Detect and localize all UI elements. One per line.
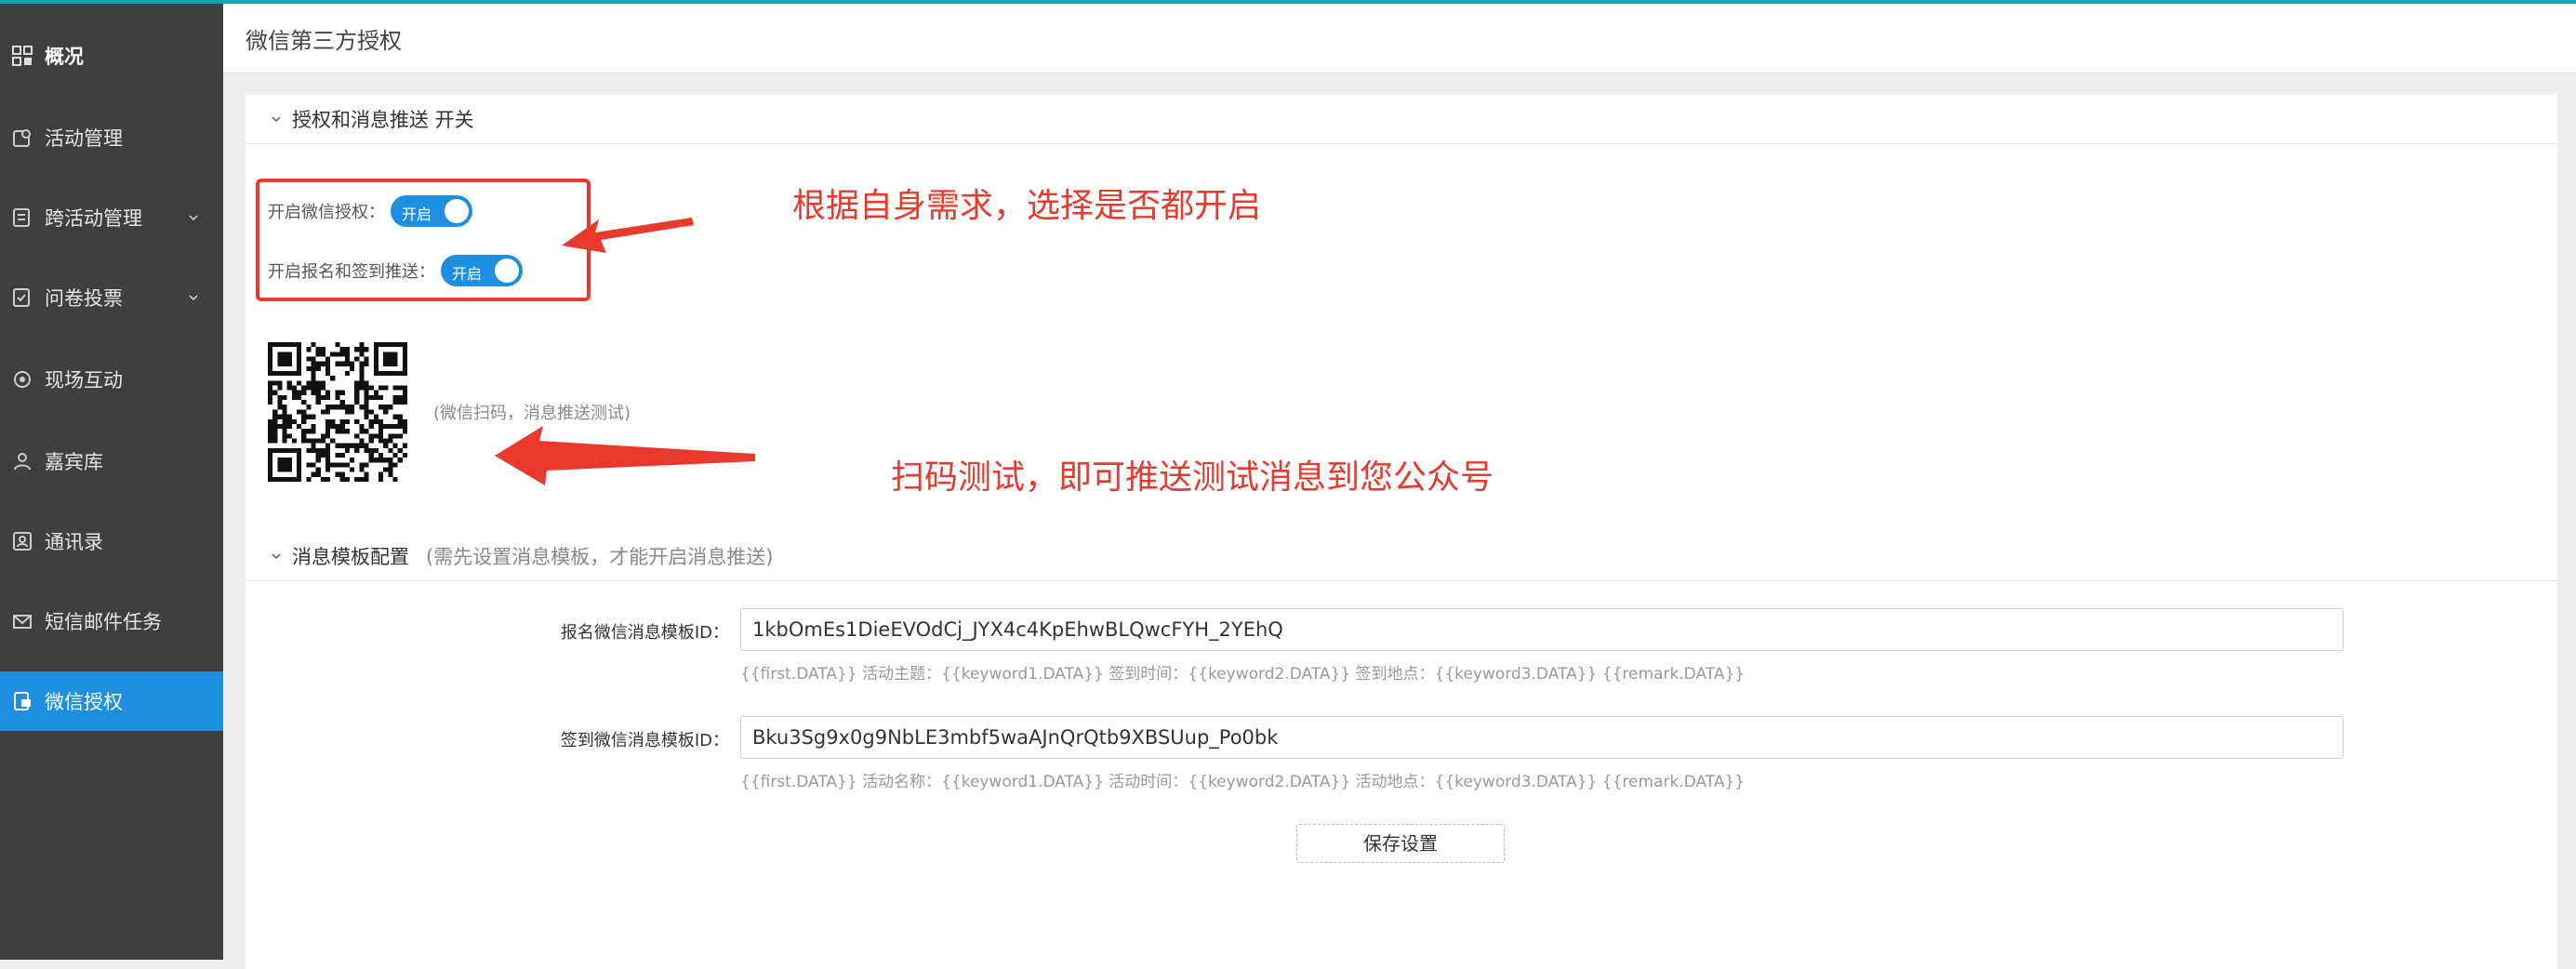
signup-template-input[interactable] <box>740 608 2344 651</box>
checkin-template-label: 签到微信消息模板ID： <box>560 731 729 750</box>
arrow-to-toggles <box>562 218 694 253</box>
signup-template-help: {{first.DATA}} 活动主题：{{keyword1.DATA}} 签到… <box>740 665 1746 684</box>
arrow-to-qr <box>495 426 755 485</box>
checkin-template-help: {{first.DATA}} 活动名称：{{keyword1.DATA}} 活动… <box>740 773 1746 791</box>
top-accent-line <box>0 0 2576 4</box>
annotation-arrows <box>495 218 755 485</box>
checkin-template-input[interactable] <box>740 716 2344 759</box>
save-settings-button[interactable]: 保存设置 <box>1296 824 1505 863</box>
signup-template-label: 报名微信消息模板ID： <box>560 623 729 643</box>
